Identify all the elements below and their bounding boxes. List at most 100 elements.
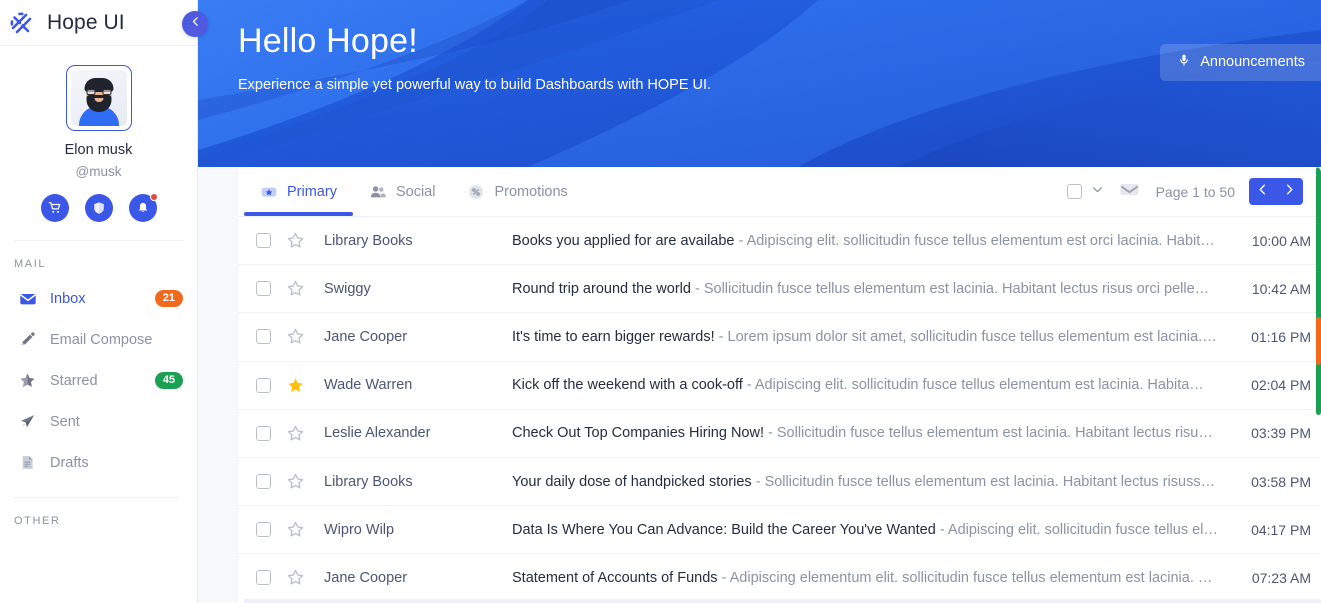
sidebar-item-email-compose[interactable]: Email Compose [4, 319, 197, 360]
cart-icon [48, 201, 62, 215]
email-subject: Your daily dose of handpicked stories [512, 473, 752, 490]
profile-card: Elon musk @musk [0, 46, 197, 241]
email-time: 02:04 PM [1251, 377, 1311, 394]
email-preview: - Adipiscing elit. sollicitudin fusce te… [734, 232, 1215, 249]
email-checkbox[interactable] [256, 474, 271, 490]
notification-dot [149, 193, 158, 201]
envelope-filled-icon[interactable] [1119, 181, 1140, 203]
category-indicator-strip [1316, 167, 1321, 603]
star-outline-icon[interactable] [286, 472, 305, 491]
email-preview: - Adipiscing elementum elit. sollicitudi… [717, 569, 1213, 586]
arrow-left-icon [189, 15, 202, 33]
star-outline-icon[interactable] [286, 231, 305, 250]
email-time: 03:39 PM [1251, 425, 1311, 442]
avatar[interactable] [65, 65, 132, 131]
email-subject-preview: Check Out Top Companies Hiring Now! - So… [512, 425, 1251, 441]
email-time: 04:17 PM [1251, 521, 1311, 538]
star-outline-icon[interactable] [286, 520, 305, 539]
email-row[interactable]: Library Books Your daily dose of handpick… [238, 456, 1321, 505]
email-time: 01:16 PM [1251, 328, 1311, 345]
brand-name: Hope UI [47, 10, 125, 34]
email-preview: - Adipiscing elit. sollicitudin fusce te… [935, 521, 1218, 538]
announcements-label: Announcements [1200, 54, 1305, 70]
email-checkbox[interactable] [256, 522, 271, 538]
chevron-right-icon [1282, 182, 1297, 202]
back-button[interactable] [182, 11, 208, 37]
sidebar-item-starred[interactable]: Starred 45 [4, 360, 197, 401]
cart-button[interactable] [40, 194, 69, 222]
app-root: Hope UI Elon musk @musk MAIL Inbox 21 Em… [0, 0, 1321, 603]
email-subject: Check Out Top Companies Hiring Now! [512, 425, 764, 442]
shield-icon [92, 201, 106, 215]
email-row[interactable]: Jane Cooper It's time to earn bigger rewa… [238, 312, 1321, 360]
star-outline-icon[interactable] [286, 279, 305, 298]
email-row[interactable]: Jane Cooper Statement of Accounts of Fund… [238, 553, 1321, 601]
email-row[interactable]: Wade Warren Kick off the weekend with a c… [238, 360, 1321, 409]
email-subject: Statement of Accounts of Funds [512, 569, 718, 586]
email-row[interactable]: Leslie Alexander Check Out Top Companies … [238, 408, 1321, 457]
email-preview: - Sollicitudin fusce tellus elementum es… [690, 280, 1210, 297]
email-sender: Wade Warren [324, 377, 413, 394]
email-subject: Kick off the weekend with a cook-off [512, 377, 743, 394]
sidebar-item-sent[interactable]: Sent [4, 401, 197, 442]
email-row[interactable]: Swiggy Round trip around the world - Soll… [238, 264, 1321, 312]
tab-label: Social [395, 183, 436, 200]
next-page-button[interactable] [1276, 178, 1303, 205]
page-range-text: Page 1 to 50 [1155, 183, 1235, 200]
shield-button[interactable] [84, 194, 113, 222]
email-checkbox[interactable] [256, 233, 271, 249]
email-subject-preview: Your daily dose of handpicked stories - … [512, 474, 1251, 490]
sidebar-item-inbox[interactable]: Inbox 21 [4, 278, 197, 319]
star-icon [18, 371, 37, 390]
list-tools: Page 1 to 50 [1066, 178, 1303, 205]
nav-group-title-mail: MAIL [14, 258, 47, 270]
email-subject-preview: Data Is Where You Can Advance: Build the… [512, 522, 1251, 538]
email-sender: Jane Cooper [324, 328, 408, 345]
email-preview: - Sollicitudin fusce tellus elementum es… [751, 473, 1216, 490]
tab-promotions[interactable]: Promotions [451, 167, 583, 216]
star-outline-icon[interactable] [286, 568, 305, 587]
email-sender: Library Books [324, 473, 413, 490]
email-checkbox[interactable] [256, 329, 271, 345]
document-icon [18, 453, 37, 472]
email-list: Library Books Books you applied for are a… [238, 216, 1321, 603]
email-sender: Leslie Alexander [324, 425, 431, 442]
announcements-button[interactable]: Announcements [1160, 44, 1321, 81]
email-time: 03:58 PM [1251, 473, 1311, 490]
email-subject: It's time to earn bigger rewards! [512, 328, 715, 345]
email-sender: Wipro Wilp [324, 521, 395, 538]
tab-primary[interactable]: Primary [244, 167, 353, 216]
select-all-checkbox[interactable] [1066, 184, 1082, 199]
email-sender: Swiggy [324, 280, 371, 297]
prev-page-button[interactable] [1249, 178, 1276, 205]
main-content: Hello Hope! Experience a simple yet powe… [182, 0, 1321, 603]
email-row[interactable]: Library Books Books you applied for are a… [238, 216, 1321, 264]
email-checkbox[interactable] [256, 377, 271, 393]
email-subject: Data Is Where You Can Advance: Build the… [512, 521, 936, 538]
email-checkbox[interactable] [256, 570, 271, 586]
sidebar-item-drafts[interactable]: Drafts [4, 442, 197, 483]
hero-banner: Hello Hope! Experience a simple yet powe… [198, 0, 1321, 167]
email-checkbox[interactable] [256, 281, 271, 297]
email-row[interactable]: Wipro Wilp Data Is Where You Can Advance:… [238, 505, 1321, 553]
email-checkbox[interactable] [256, 425, 271, 441]
star-outline-icon[interactable] [286, 424, 305, 443]
tab-bar: Primary Social Promotions [238, 167, 1321, 603]
brand[interactable]: Hope UI [0, 0, 197, 46]
pagination [1249, 178, 1303, 205]
star-outline-icon[interactable] [286, 327, 305, 346]
email-subject-preview: Statement of Accounts of Funds - Adipisc… [512, 570, 1252, 586]
notifications-button[interactable] [128, 193, 158, 222]
tab-social[interactable]: Social [353, 167, 452, 216]
email-subject: Books you applied for are availabe [512, 232, 735, 249]
email-subject-preview: Books you applied for are availabe - Adi… [512, 233, 1252, 249]
email-sender: Jane Cooper [324, 569, 408, 586]
email-subject-preview: Kick off the weekend with a cook-off - A… [512, 377, 1251, 393]
panel-toolbar: Primary Social Promotions Page 1 to 50 [238, 167, 1321, 603]
chevron-down-icon[interactable] [1090, 182, 1105, 202]
star-filled-icon[interactable] [286, 376, 305, 395]
email-preview: - Adipiscing elit. sollicitudin fusce te… [742, 377, 1204, 394]
email-subject-preview: Round trip around the world - Sollicitud… [512, 281, 1252, 297]
sidebar-item-label: Inbox [50, 290, 86, 307]
chevron-left-icon [1255, 182, 1270, 202]
